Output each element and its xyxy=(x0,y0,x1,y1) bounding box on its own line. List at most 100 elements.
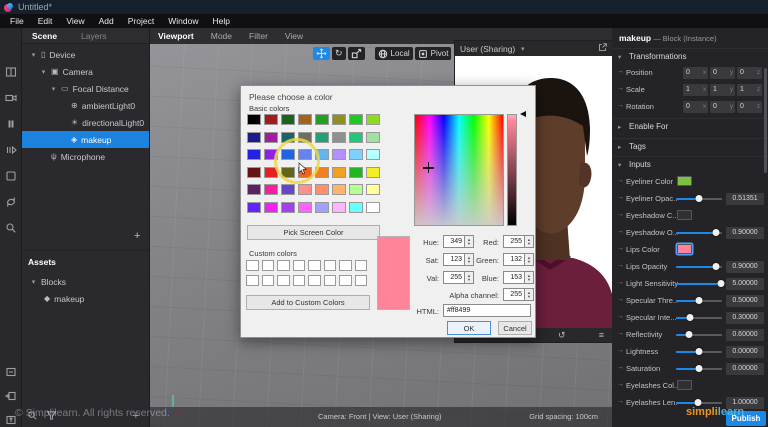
basic-color-swatch[interactable] xyxy=(332,132,346,143)
custom-color-swatch[interactable] xyxy=(277,260,290,271)
ok-button[interactable]: OK xyxy=(447,321,491,335)
custom-color-swatch[interactable] xyxy=(355,260,368,271)
tree-item-microphone[interactable]: ψMicrophone xyxy=(22,148,149,165)
pivot-button[interactable]: Pivot xyxy=(415,47,452,60)
value-box[interactable]: 0.60000 xyxy=(726,329,764,341)
custom-color-swatch[interactable] xyxy=(308,260,321,271)
basic-color-swatch[interactable] xyxy=(349,149,363,160)
section-tags[interactable]: ▸ Tags xyxy=(612,138,768,154)
move-tool-button[interactable] xyxy=(313,47,330,60)
menu-project[interactable]: Project xyxy=(128,16,154,26)
basic-color-swatch[interactable] xyxy=(264,202,278,213)
basic-color-swatch[interactable] xyxy=(247,149,261,160)
slider[interactable] xyxy=(676,317,722,319)
basic-color-swatch[interactable] xyxy=(264,184,278,195)
basic-color-swatch[interactable] xyxy=(349,202,363,213)
basic-color-swatch[interactable] xyxy=(366,202,380,213)
custom-color-swatch[interactable] xyxy=(293,260,306,271)
custom-color-swatch[interactable] xyxy=(262,260,275,271)
transform-value-y[interactable]: 0y xyxy=(710,67,735,79)
slider[interactable] xyxy=(676,266,722,268)
menu-edit[interactable]: Edit xyxy=(38,16,53,26)
rotate-tool-button[interactable]: ↻ xyxy=(332,47,346,60)
section-transformations[interactable]: ▾ Transformations xyxy=(612,48,768,64)
value-box[interactable]: 1.00000 xyxy=(726,397,764,409)
pause-icon[interactable] xyxy=(0,116,22,132)
basic-color-swatch[interactable] xyxy=(315,132,329,143)
color-input-swatch[interactable] xyxy=(677,380,692,390)
custom-color-swatch[interactable] xyxy=(308,275,321,286)
transform-value-z[interactable]: 1z xyxy=(737,84,762,96)
transform-value-x[interactable]: 0x xyxy=(683,101,708,113)
custom-color-swatch[interactable] xyxy=(339,275,352,286)
slider-thumb[interactable] xyxy=(696,348,703,355)
custom-color-swatch[interactable] xyxy=(246,275,259,286)
menu-file[interactable]: File xyxy=(10,16,24,26)
scale-tool-button[interactable] xyxy=(348,47,365,60)
basic-color-swatch[interactable] xyxy=(366,167,380,178)
custom-color-swatch[interactable] xyxy=(355,275,368,286)
value-box[interactable]: 0.51351 xyxy=(726,193,764,205)
color-input-swatch[interactable] xyxy=(677,244,692,254)
basic-color-swatch[interactable] xyxy=(298,114,312,125)
color-input-swatch[interactable] xyxy=(677,210,692,220)
slider-thumb[interactable] xyxy=(685,331,692,338)
transform-value-x[interactable]: 0x xyxy=(683,67,708,79)
basic-color-swatch[interactable] xyxy=(349,132,363,143)
pop-out-icon[interactable] xyxy=(598,43,607,54)
local-space-button[interactable]: Local xyxy=(375,47,413,60)
tree-item-ambientlight0[interactable]: ⊕ambientLight0 xyxy=(22,97,149,114)
slider[interactable] xyxy=(676,232,722,234)
basic-color-swatch[interactable] xyxy=(247,202,261,213)
basic-color-swatch[interactable] xyxy=(366,114,380,125)
preview-menu-icon[interactable]: ≡ xyxy=(599,330,604,340)
custom-color-swatch[interactable] xyxy=(324,260,337,271)
value-box[interactable]: 0.00000 xyxy=(726,363,764,375)
basic-color-swatch[interactable] xyxy=(281,202,295,213)
basic-color-swatch[interactable] xyxy=(332,202,346,213)
slider[interactable] xyxy=(676,402,722,404)
upload-icon[interactable] xyxy=(0,412,22,427)
basic-color-swatch[interactable] xyxy=(247,184,261,195)
sync-icon[interactable] xyxy=(0,194,22,210)
basic-color-swatch[interactable] xyxy=(366,184,380,195)
value-box[interactable]: 0.00000 xyxy=(726,346,764,358)
basic-color-swatch[interactable] xyxy=(366,149,380,160)
basic-color-swatch[interactable] xyxy=(315,184,329,195)
caret-down-icon[interactable]: ▾ xyxy=(50,85,57,93)
custom-color-swatch[interactable] xyxy=(339,260,352,271)
slider-thumb[interactable] xyxy=(713,263,720,270)
transform-value-y[interactable]: 1y xyxy=(710,84,735,96)
view-selector[interactable]: User (Sharing) xyxy=(460,44,515,54)
transform-value-z[interactable]: 0z xyxy=(737,67,762,79)
basic-color-swatch[interactable] xyxy=(315,114,329,125)
pick-screen-color-button[interactable]: Pick Screen Color xyxy=(247,225,380,240)
inspector-scrollbar[interactable] xyxy=(764,68,767,173)
basic-color-swatch[interactable] xyxy=(349,167,363,178)
value-box[interactable]: 0.90000 xyxy=(726,261,764,273)
publish-button[interactable]: Publish xyxy=(726,411,766,426)
menu-window[interactable]: Window xyxy=(168,16,198,26)
custom-color-swatch[interactable] xyxy=(324,275,337,286)
menu-add[interactable]: Add xyxy=(99,16,114,26)
value-box[interactable]: 0.30000 xyxy=(726,312,764,324)
basic-color-swatch[interactable] xyxy=(264,132,278,143)
menu-view[interactable]: View xyxy=(285,31,303,41)
basic-color-swatch[interactable] xyxy=(332,149,346,160)
basic-color-swatch[interactable] xyxy=(298,184,312,195)
tree-item-device[interactable]: ▾▯Device xyxy=(22,46,149,63)
color-input-swatch[interactable] xyxy=(677,176,692,186)
basic-color-swatch[interactable] xyxy=(264,114,278,125)
basic-color-swatch[interactable] xyxy=(281,114,295,125)
basic-color-swatch[interactable] xyxy=(332,184,346,195)
search-icon[interactable] xyxy=(0,220,22,236)
slider-thumb[interactable] xyxy=(717,280,724,287)
menu-mode[interactable]: Mode xyxy=(211,31,232,41)
alpha-spinbox[interactable]: 255▲▼ xyxy=(503,288,534,301)
slider-thumb[interactable] xyxy=(696,297,703,304)
menu-help[interactable]: Help xyxy=(212,16,229,26)
menu-view[interactable]: View xyxy=(66,16,84,26)
slider-thumb[interactable] xyxy=(696,195,703,202)
add-asset-button[interactable]: + xyxy=(133,410,139,422)
caret-down-icon[interactable]: ▾ xyxy=(40,68,47,76)
